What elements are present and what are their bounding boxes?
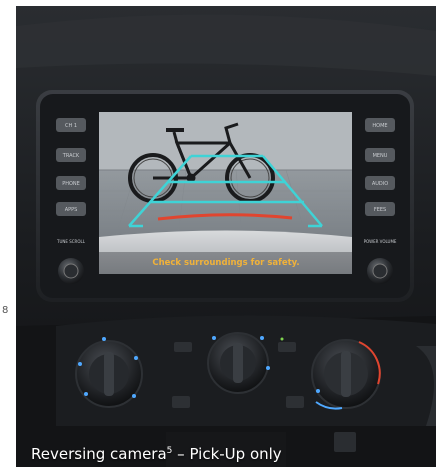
left-btn-1: CH 1 (65, 123, 77, 129)
right-btn-1: HOME (372, 123, 387, 129)
left-btn-3: PHONE (62, 181, 80, 187)
caption-suffix: – Pick-Up only (172, 445, 282, 463)
safety-warning-text: Check surroundings for safety. (152, 258, 299, 268)
left-btn-4: APPS (65, 207, 78, 213)
reversing-camera-display: Check surroundings for safety. (99, 112, 352, 274)
dashboard-photo: CH 1 TRACK PHONE APPS TUNE SCROLL HOME M… (16, 6, 436, 467)
photo-caption: Reversing camera5 – Pick-Up only (16, 436, 436, 467)
right-btn-3: AUDIO (372, 181, 388, 187)
left-btn-5: TUNE SCROLL (56, 239, 86, 244)
dashboard-illustration: CH 1 TRACK PHONE APPS TUNE SCROLL HOME M… (16, 6, 436, 467)
page-margin (0, 0, 16, 467)
right-btn-4: FEES (374, 207, 386, 213)
page-number: 8 (2, 305, 9, 316)
right-btn-2: MENU (373, 153, 388, 159)
right-btn-5: POWER VOLUME (364, 239, 397, 244)
caption-text: Reversing camera (31, 445, 167, 463)
left-btn-2: TRACK (62, 153, 80, 159)
